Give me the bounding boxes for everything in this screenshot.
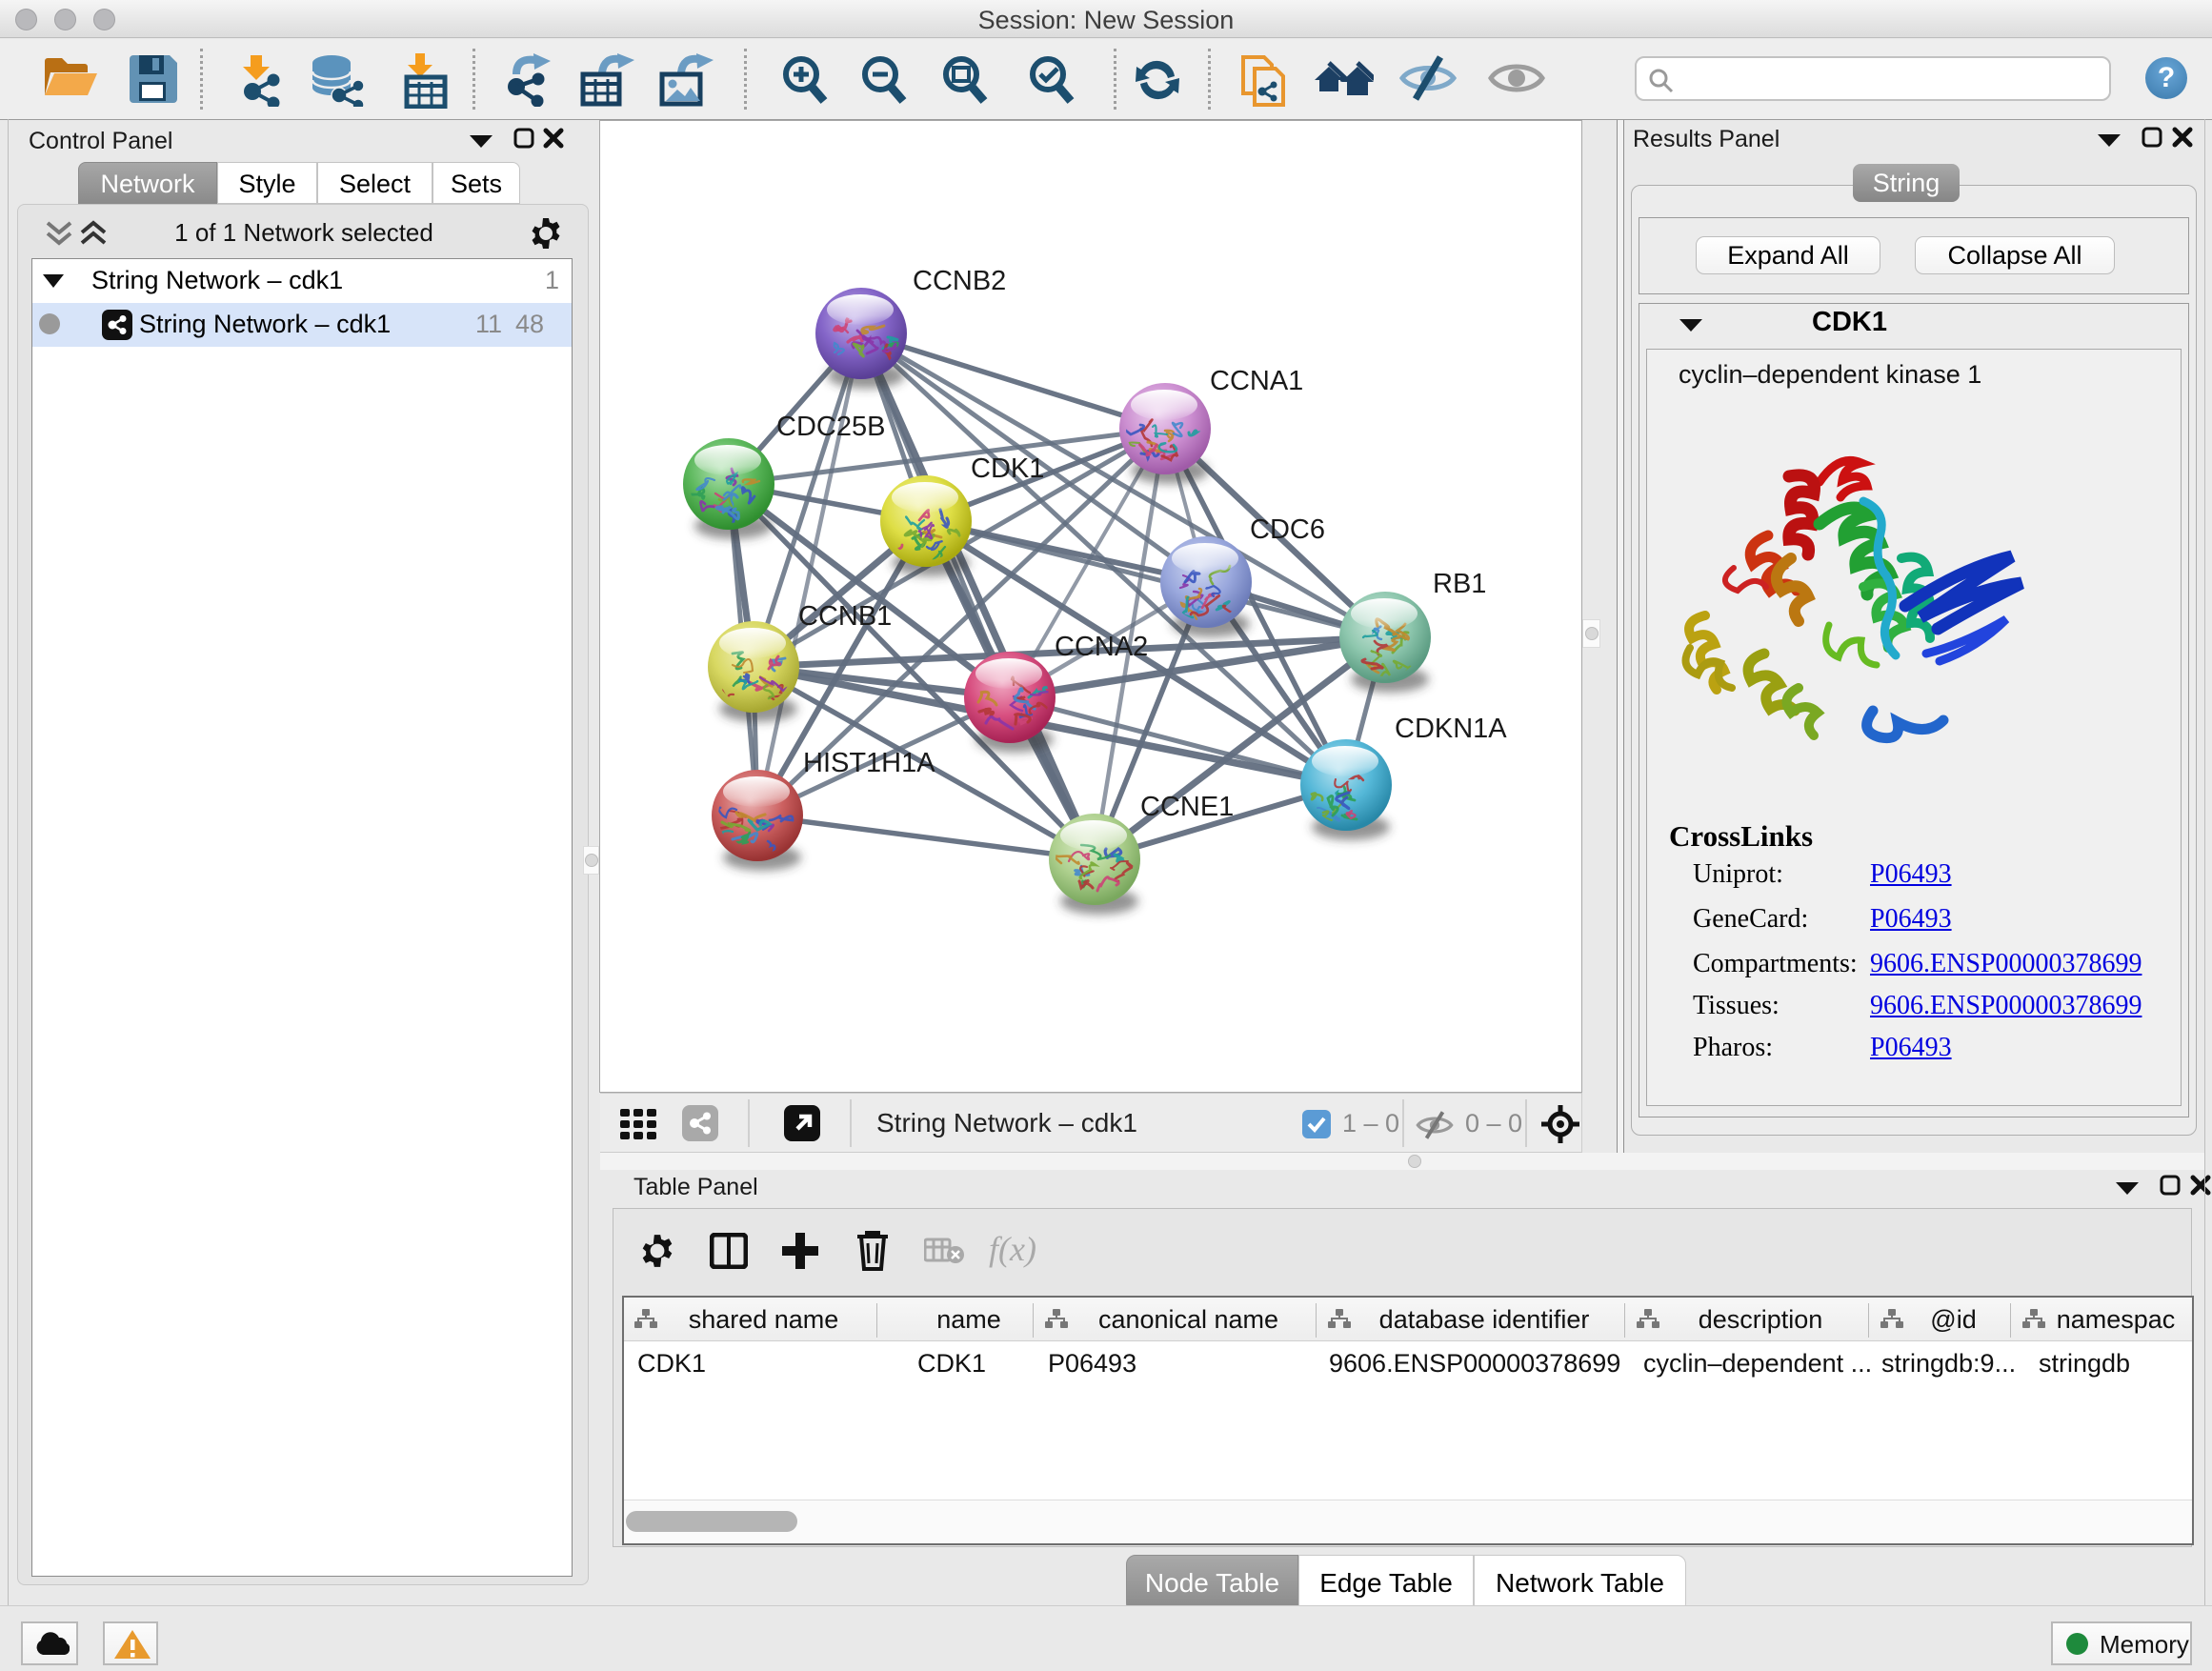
svg-text:CCNB2: CCNB2 <box>913 266 1006 296</box>
svg-text:CDC6: CDC6 <box>1250 514 1325 545</box>
svg-text:CDKN1A: CDKN1A <box>1395 714 1507 744</box>
svg-text:CCNA2: CCNA2 <box>1055 632 1148 662</box>
svg-text:HIST1H1A: HIST1H1A <box>803 748 935 778</box>
svg-text:CDC25B: CDC25B <box>776 412 885 442</box>
svg-text:CCNA1: CCNA1 <box>1210 366 1303 396</box>
svg-text:CCNB1: CCNB1 <box>798 601 892 632</box>
svg-text:CCNE1: CCNE1 <box>1140 792 1234 822</box>
svg-text:RB1: RB1 <box>1433 569 1486 599</box>
svg-text:CDK1: CDK1 <box>971 453 1044 484</box>
